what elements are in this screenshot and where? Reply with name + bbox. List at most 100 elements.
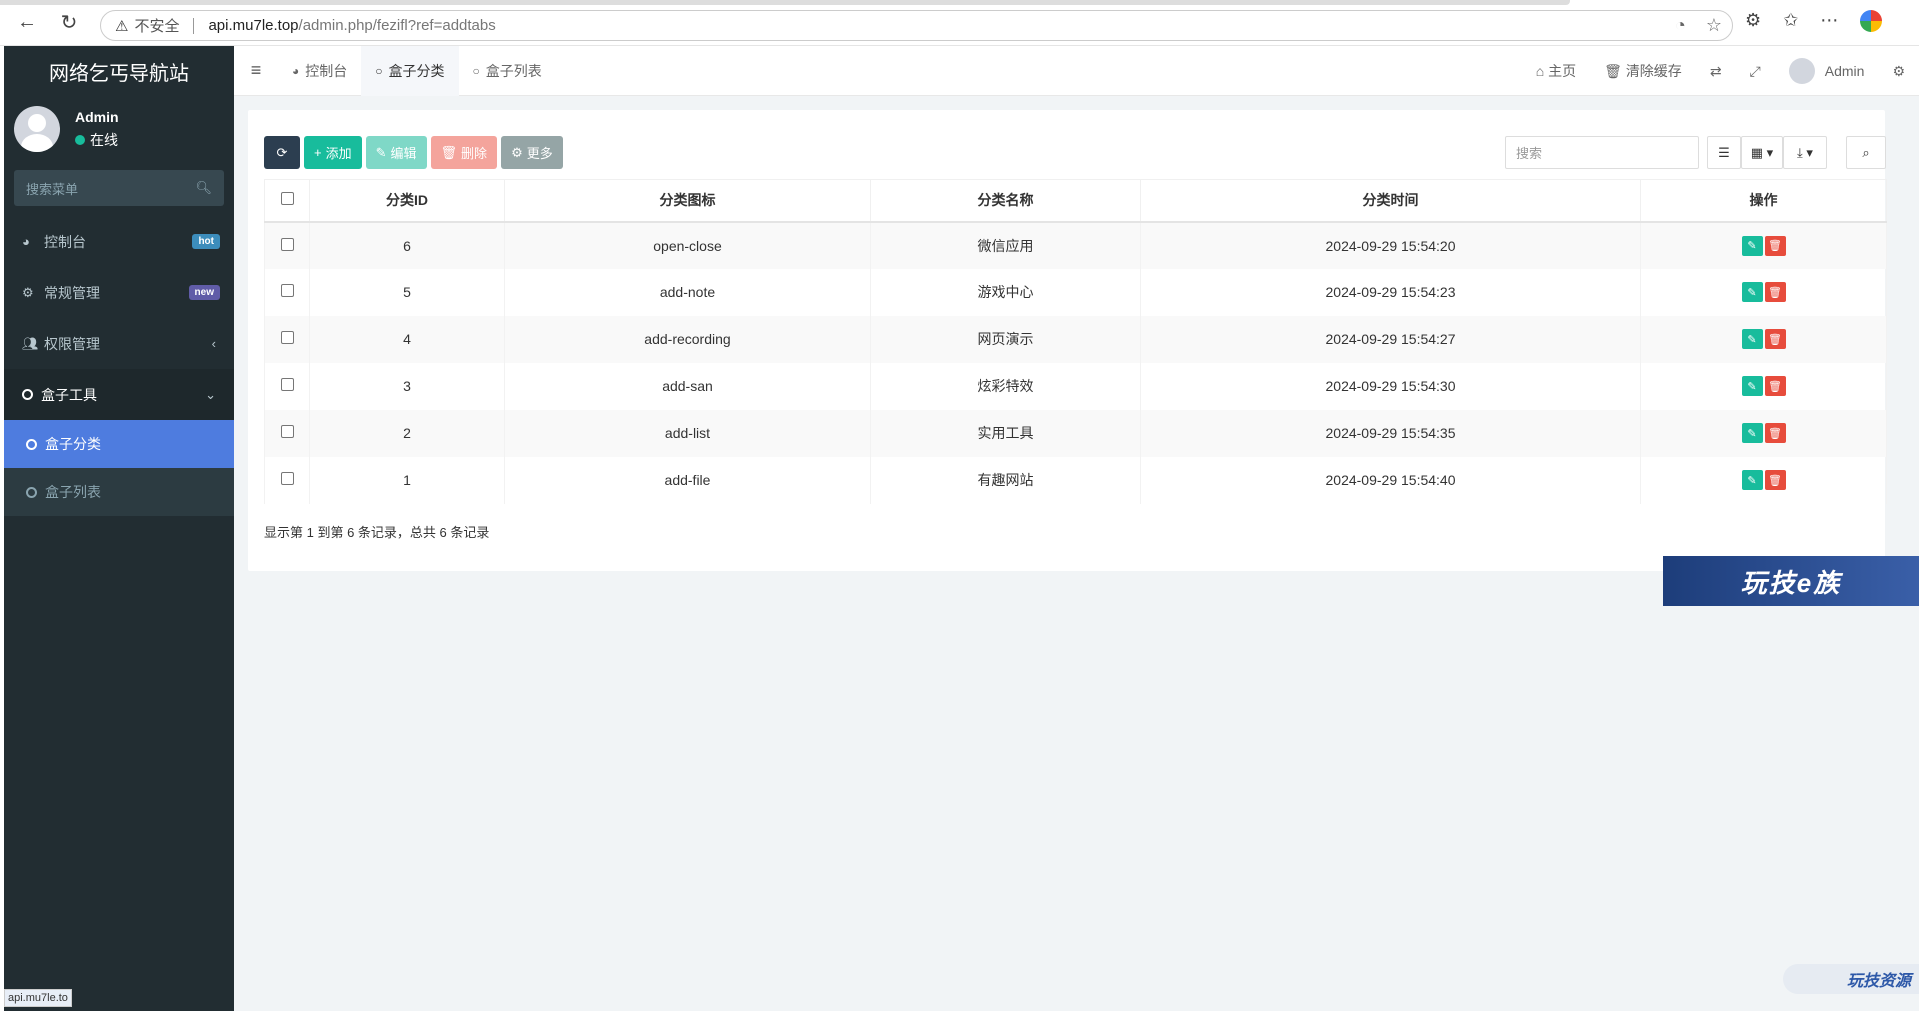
header-actions: 操作 [1640, 179, 1887, 223]
tab-dashboard[interactable]: ◕ 控制台 [278, 46, 361, 96]
circle-icon: ○ [375, 63, 383, 78]
row-edit-button[interactable]: ✎ [1741, 329, 1763, 349]
row-checkbox[interactable] [280, 378, 294, 391]
sidebar-item-permissions[interactable]: 👥︎ 权限管理 ‹ [4, 318, 234, 369]
toggle-view-button[interactable]: ☰ [1707, 136, 1741, 169]
sidebar-item-box-list[interactable]: 盒子列表 [4, 468, 234, 516]
export-button[interactable]: ⤓ ▾ [1783, 136, 1827, 169]
menu-search-placeholder: 搜索菜单 [26, 181, 79, 197]
add-button[interactable]: + 添加 [304, 136, 362, 169]
more-menu-icon[interactable]: ⋯ [1820, 10, 1838, 32]
row-edit-button[interactable]: ✎ [1741, 376, 1763, 396]
favorites-icon[interactable]: ✩ [1783, 10, 1798, 32]
trash-icon: 🗑︎ [440, 144, 458, 160]
table-row: 4 add-recording 网页演示 2024-09-29 15:54:27… [264, 315, 1887, 363]
home-label: 主页 [1548, 63, 1577, 79]
cell-id: 4 [309, 315, 505, 363]
favorite-star-icon[interactable]: ☆ [1706, 15, 1722, 36]
row-delete-button[interactable]: 🗑︎ [1764, 376, 1786, 396]
row-edit-button[interactable]: ✎ [1741, 423, 1763, 443]
search-toggle-button[interactable]: ⌕ [1846, 136, 1886, 169]
row-checkbox[interactable] [280, 331, 294, 344]
cell-icon: add-list [504, 409, 871, 457]
pencil-icon: ✎ [1747, 286, 1757, 299]
header-id[interactable]: 分类ID [309, 179, 505, 223]
cell-name: 网页演示 [870, 315, 1141, 363]
cell-actions: ✎ 🗑︎ [1640, 221, 1887, 269]
row-select-cell [264, 268, 310, 316]
row-edit-button[interactable]: ✎ [1741, 235, 1763, 256]
search-icon[interactable]: 🔍︎ [195, 180, 212, 196]
fullscreen-icon[interactable]: ⤢ [1736, 63, 1775, 80]
refresh-icon: ⟳ [276, 144, 288, 160]
sidebar-item-box-category[interactable]: 盒子分类 [4, 420, 234, 468]
back-icon[interactable]: ← [12, 8, 42, 38]
menu-toggle-icon[interactable]: ≡ [234, 60, 278, 81]
settings-icon[interactable]: ⚙ [1878, 63, 1919, 80]
sidebar-item-label: 盒子列表 [45, 484, 101, 500]
link-status-bar: api.mu7le.to [4, 989, 72, 1007]
site-logo[interactable]: 网络乞丐导航站 [4, 46, 234, 96]
trash-icon: 🗑︎ [1768, 427, 1782, 440]
cell-icon: add-san [504, 362, 871, 410]
trash-icon: 🗑︎ [1768, 380, 1782, 393]
row-checkbox[interactable] [280, 237, 294, 251]
table-header-row: 分类ID 分类图标 分类名称 分类时间 操作 [264, 179, 1887, 223]
user-status: 在线 [75, 130, 119, 150]
row-delete-button[interactable]: 🗑︎ [1764, 423, 1786, 443]
trash-icon: 🗑︎ [1768, 474, 1782, 487]
row-select-cell [264, 409, 310, 457]
extensions-icon[interactable]: ⚙ [1745, 10, 1761, 32]
cogs-icon: ⚙ [22, 284, 34, 300]
sidebar-item-general[interactable]: ⚙ 常规管理 new [4, 267, 234, 318]
more-button[interactable]: ⚙ 更多 [501, 136, 563, 169]
copilot-icon[interactable] [1860, 10, 1883, 32]
cell-actions: ✎ 🗑︎ [1640, 315, 1887, 363]
columns-button[interactable]: ▦ ▾ [1741, 136, 1783, 169]
trash-icon: 🗑︎ [1768, 286, 1782, 299]
row-checkbox[interactable] [280, 284, 294, 297]
user-name: Admin [75, 108, 119, 125]
row-checkbox[interactable] [280, 425, 294, 438]
cell-icon: open-close [504, 221, 871, 269]
translate-icon[interactable]: ⇄ [1696, 63, 1736, 80]
row-delete-button[interactable]: 🗑︎ [1764, 329, 1786, 349]
circle-icon [26, 486, 37, 498]
header-icon[interactable]: 分类图标 [504, 179, 871, 223]
header-name[interactable]: 分类名称 [870, 179, 1141, 223]
sidebar-item-dashboard[interactable]: ◕ 控制台 hot [4, 216, 234, 267]
row-delete-button[interactable]: 🗑︎ [1764, 235, 1786, 256]
table-search-input[interactable]: 搜索 [1505, 136, 1699, 169]
home-link[interactable]: ⌂ 主页 [1522, 61, 1590, 81]
sidebar-item-box-tools[interactable]: 盒子工具 ⌄ [4, 369, 234, 420]
user-status-label: 在线 [90, 131, 118, 148]
cell-time: 2024-09-29 15:54:20 [1140, 221, 1641, 269]
select-all-checkbox[interactable] [280, 192, 294, 206]
row-checkbox[interactable] [280, 472, 294, 485]
hot-badge: hot [192, 234, 220, 249]
read-aloud-icon[interactable]: ◔ [1675, 15, 1686, 36]
address-bar[interactable]: ⚠ 不安全 api.mu7le.top /admin.php/fezifl?re… [100, 10, 1733, 41]
menu-search-input[interactable]: 搜索菜单 🔍︎ [14, 170, 224, 206]
row-select-cell [264, 221, 310, 269]
edit-button[interactable]: ✎ 编辑 [365, 136, 427, 169]
tab-box-category[interactable]: ○ 盒子分类 [361, 45, 459, 96]
tab-box-list[interactable]: ○ 盒子列表 [459, 46, 556, 96]
trash-icon: 🗑︎ [1768, 333, 1782, 346]
plus-icon: + [314, 145, 322, 160]
row-edit-button[interactable]: ✎ [1741, 282, 1763, 302]
row-edit-button[interactable]: ✎ [1741, 470, 1763, 490]
header-time[interactable]: 分类时间 [1140, 179, 1641, 223]
cell-name: 炫彩特效 [870, 362, 1141, 410]
user-menu[interactable]: Admin [1775, 58, 1879, 84]
clear-cache-button[interactable]: 🗑︎ 清除缓存 [1590, 61, 1696, 81]
cell-time: 2024-09-29 15:54:35 [1140, 409, 1641, 457]
refresh-button[interactable]: ⟳ [264, 136, 300, 169]
table-toolbar: ⟳ + 添加 ✎ 编辑 🗑︎ 删除 ⚙ 更多 [264, 136, 563, 169]
row-delete-button[interactable]: 🗑︎ [1764, 470, 1786, 490]
row-delete-button[interactable]: 🗑︎ [1764, 282, 1786, 302]
reload-icon[interactable]: ↻ [54, 8, 84, 38]
delete-button[interactable]: 🗑︎ 删除 [430, 136, 498, 169]
trash-icon: 🗑︎ [1768, 240, 1782, 252]
tab-label: 盒子分类 [388, 62, 445, 79]
